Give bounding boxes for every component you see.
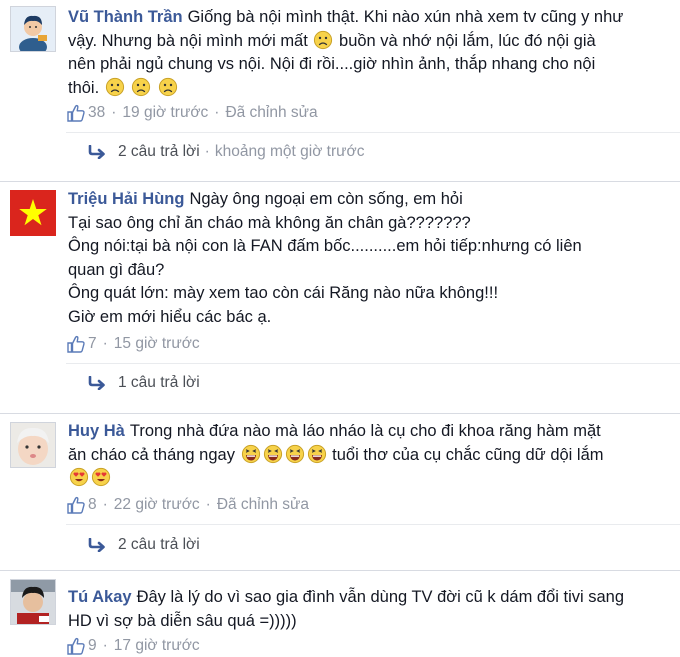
- laughing-emoji: [241, 444, 261, 464]
- separator-dot: ·: [102, 335, 108, 352]
- comment-text-line: Trong nhà đứa nào mà láo nháo là cụ cho …: [129, 422, 601, 440]
- divider: [66, 132, 680, 133]
- comment-item: Vũ Thành Trần Giống bà nội mình thật. Khi…: [0, 0, 680, 182]
- vietnam-flag-avatar[interactable]: [10, 190, 56, 236]
- reply-count[interactable]: 1 câu trả lời: [118, 374, 200, 392]
- like-count[interactable]: 7: [88, 335, 97, 353]
- comment-author[interactable]: Tú Akay: [68, 588, 132, 606]
- replies-link[interactable]: 2 câu trả lời: [88, 534, 200, 556]
- comment-body: Tú Akay Đây là lý do vì sao gia đình vẫn …: [68, 586, 668, 633]
- divider: [66, 524, 680, 525]
- comment-timestamp[interactable]: 22 giờ trước: [114, 496, 200, 514]
- heart-eyes-emoji: [91, 467, 111, 487]
- comment-feed: Vũ Thành Trần Giống bà nội mình thật. Khi…: [0, 0, 680, 657]
- avatar[interactable]: [10, 6, 56, 52]
- comment-text-line: vậy. Nhưng bà nội mình mới mất: [68, 31, 308, 50]
- avatar[interactable]: [10, 422, 56, 468]
- comment-timestamp[interactable]: 15 giờ trước: [114, 335, 200, 353]
- comment-meta: 8 · 22 giờ trước · Đã chỉnh sửa: [66, 494, 309, 516]
- comment-text-line: nên phải ngủ chung vs nội. Nội đi rồi...…: [68, 55, 596, 73]
- reply-arrow-icon: [88, 376, 106, 390]
- edited-label[interactable]: Đã chỉnh sửa: [217, 496, 309, 514]
- comment-body: Triệu Hải Hùng Ngày ông ngoại em còn sống…: [68, 188, 668, 329]
- like-count[interactable]: 8: [88, 496, 97, 514]
- comment-item: Huy Hà Trong nhà đứa nào mà láo nháo là c…: [0, 414, 680, 570]
- comment-text-line: tuổi thơ của cụ chắc cũng dữ dội lắm: [332, 445, 604, 464]
- comment-text-line: Tại sao ông chỉ ăn cháo mà không ăn chân…: [68, 213, 471, 232]
- laughing-emoji: [307, 444, 327, 464]
- reply-timestamp: khoảng một giờ trước: [214, 143, 365, 160]
- laughing-emoji: [263, 444, 283, 464]
- separator-dot: ·: [214, 104, 220, 121]
- thumbs-up-icon[interactable]: [66, 334, 86, 354]
- comment-meta: 7 · 15 giờ trước: [66, 333, 200, 355]
- separator-dot: ·: [102, 637, 108, 654]
- laughing-emoji: [285, 444, 305, 464]
- comment-text-line: Giờ em mới hiểu các bác ạ.: [68, 307, 272, 326]
- comment-text-line: Ông nói:tại bà nội con là FAN đấm bốc...…: [68, 237, 582, 255]
- comment-text-line: Giống bà nội mình thật. Khi nào xún nhà …: [187, 8, 624, 26]
- comment-item: Tú Akay Đây là lý do vì sao gia đình vẫn …: [0, 571, 680, 657]
- thumbs-up-icon[interactable]: [66, 495, 86, 515]
- comment-text-line: Ngày ông ngoại em còn sống, em hỏi: [189, 190, 463, 208]
- sad-face-emoji: [313, 30, 333, 50]
- comment-author[interactable]: Huy Hà: [68, 422, 125, 440]
- reply-arrow-icon: [88, 538, 106, 552]
- sad-face-emoji: [105, 77, 125, 97]
- sad-face-emoji: [158, 77, 178, 97]
- comment-text-line: buồn và nhớ nội lắm, lúc đó nội già: [339, 31, 596, 50]
- comment-text-line: HD vì sợ bà diễn sâu quá =))))): [68, 611, 297, 630]
- separator-dot: ·: [205, 496, 211, 513]
- like-count[interactable]: 9: [88, 637, 97, 655]
- avatar[interactable]: [10, 579, 56, 625]
- comment-author[interactable]: Triệu Hải Hùng: [68, 190, 184, 208]
- edited-label[interactable]: Đã chỉnh sửa: [225, 104, 317, 122]
- comment-meta: 9 · 17 giờ trước: [66, 635, 200, 657]
- thumbs-up-icon[interactable]: [66, 636, 86, 656]
- comment-text-line: ăn cháo cả tháng ngay: [68, 445, 235, 464]
- comment-author[interactable]: Vũ Thành Trần: [68, 8, 183, 26]
- comment-timestamp[interactable]: 19 giờ trước: [122, 104, 208, 122]
- reply-count[interactable]: 2 câu trả lời: [118, 536, 200, 554]
- reply-arrow-icon: [88, 145, 106, 159]
- comment-item: Triệu Hải Hùng Ngày ông ngoại em còn sống…: [0, 182, 680, 414]
- thumbs-up-icon[interactable]: [66, 103, 86, 123]
- comment-meta: 38 · 19 giờ trước · Đã chỉnh sửa: [66, 102, 318, 124]
- separator-dot: ·: [102, 496, 108, 513]
- comment-body: Huy Hà Trong nhà đứa nào mà láo nháo là c…: [68, 420, 668, 491]
- divider: [66, 363, 680, 364]
- comment-timestamp[interactable]: 17 giờ trước: [114, 637, 200, 655]
- replies-link[interactable]: 2 câu trả lời · khoảng một giờ trước: [88, 141, 364, 163]
- like-count[interactable]: 38: [88, 104, 105, 122]
- replies-link[interactable]: 1 câu trả lời: [88, 372, 200, 394]
- comment-text-line: Đây là lý do vì sao gia đình vẫn dùng TV…: [136, 588, 625, 606]
- comment-text-line: quan gì đâu?: [68, 260, 165, 279]
- comment-text-line: thôi.: [68, 78, 100, 97]
- separator-dot: ·: [204, 143, 210, 160]
- sad-face-emoji: [131, 77, 151, 97]
- heart-eyes-emoji: [69, 467, 89, 487]
- comment-text-line: Ông quát lớn: mày xem tao còn cái Răng n…: [68, 284, 499, 302]
- comment-body: Vũ Thành Trần Giống bà nội mình thật. Khi…: [68, 6, 668, 100]
- separator-dot: ·: [111, 104, 117, 121]
- reply-count[interactable]: 2 câu trả lời: [118, 143, 200, 161]
